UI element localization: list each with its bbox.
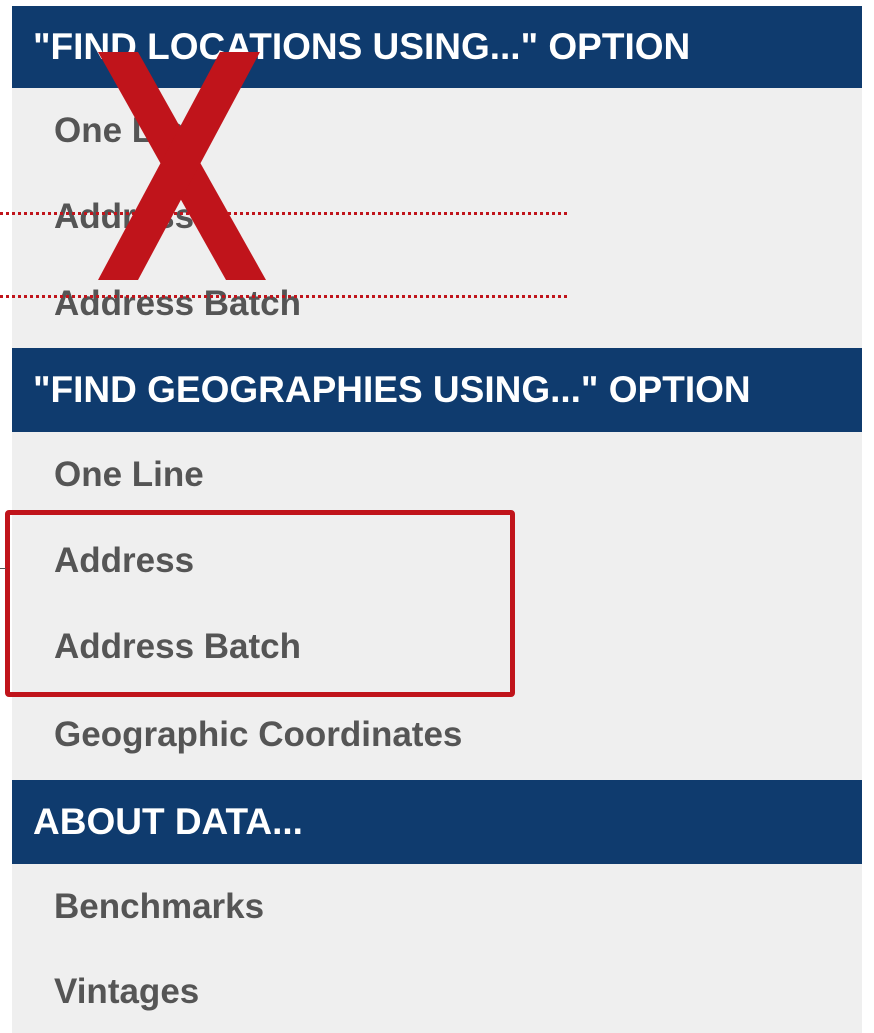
nav-item-geographies-one-line[interactable]: One Line: [12, 432, 862, 518]
nav-item-geographic-coordinates[interactable]: Geographic Coordinates: [12, 690, 862, 780]
sidebar-nav: "FIND LOCATIONS USING..." OPTION One Lin…: [12, 6, 862, 1033]
nav-item-locations-one-line[interactable]: One Line: [12, 88, 862, 174]
nav-item-geographies-address-batch[interactable]: Address Batch: [12, 604, 862, 690]
section-header-find-locations: "FIND LOCATIONS USING..." OPTION: [12, 6, 862, 88]
nav-item-locations-address[interactable]: Address: [12, 174, 862, 260]
nav-item-benchmarks[interactable]: Benchmarks: [12, 864, 862, 950]
section-header-find-geographies: "FIND GEOGRAPHIES USING..." OPTION: [12, 348, 862, 432]
nav-item-locations-address-batch[interactable]: Address Batch: [12, 260, 862, 348]
nav-item-vintages[interactable]: Vintages: [12, 950, 862, 1033]
nav-item-geographies-address[interactable]: Address: [12, 518, 862, 604]
pointer-tick: [0, 568, 6, 569]
section-header-about-data: ABOUT DATA...: [12, 780, 862, 864]
